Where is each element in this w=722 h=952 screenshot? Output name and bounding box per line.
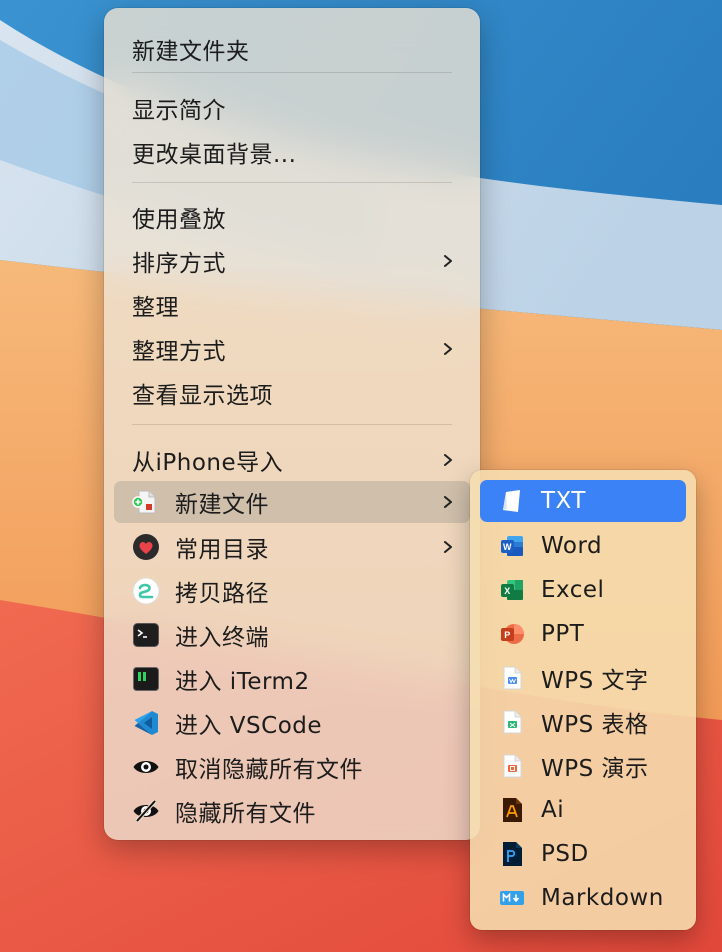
menu-item-clean-up[interactable]: 整理 <box>114 284 470 326</box>
vscode-icon <box>131 708 161 738</box>
submenu-item-label: PSD <box>541 841 589 867</box>
submenu-item-excel[interactable]: X Excel <box>480 569 686 611</box>
menu-item-copy-path[interactable]: 拷贝路径 <box>114 570 470 612</box>
submenu-item-label: WPS 文字 <box>541 668 649 694</box>
submenu-item-label: Excel <box>541 577 605 603</box>
photoshop-icon <box>498 840 526 868</box>
desktop-context-menu: 新建文件夹 显示简介 更改桌面背景... 使用叠放 排序方式 整理 整理方式 查… <box>104 8 480 840</box>
submenu-item-label: Ai <box>541 797 565 823</box>
menu-item-show-hidden-files[interactable]: 取消隐藏所有文件 <box>114 746 470 788</box>
svg-text:X: X <box>504 586 511 596</box>
menu-item-get-info[interactable]: 显示简介 <box>114 87 470 129</box>
menu-item-label: 隐藏所有文件 <box>175 801 316 827</box>
submenu-item-label: TXT <box>541 488 586 514</box>
menu-item-label: 整理 <box>132 295 179 321</box>
eye-icon <box>131 752 161 782</box>
new-file-icon <box>131 487 161 517</box>
menu-item-label: 显示简介 <box>132 98 226 124</box>
wps-presentation-icon <box>498 752 526 780</box>
submenu-item-ppt[interactable]: P PPT <box>480 613 686 655</box>
new-file-submenu: TXT W Word X Excel P PPT WPS 文字 WPS 表格 W… <box>470 470 696 930</box>
menu-item-open-terminal[interactable]: 进入终端 <box>114 614 470 656</box>
menu-item-label: 整理方式 <box>132 339 226 365</box>
menu-item-hide-all-files[interactable]: 隐藏所有文件 <box>114 790 470 832</box>
menu-item-label: 查看显示选项 <box>132 383 273 409</box>
markdown-icon <box>498 884 526 912</box>
menu-item-label: 新建文件 <box>175 492 269 518</box>
svg-text:W: W <box>503 542 512 552</box>
menu-item-label: 取消隐藏所有文件 <box>175 757 363 783</box>
iterm2-icon <box>131 664 161 694</box>
chevron-right-icon <box>444 454 452 466</box>
menu-separator <box>132 424 452 425</box>
submenu-item-wps-presentation[interactable]: WPS 演示 <box>480 745 686 787</box>
menu-item-sort-by[interactable]: 排序方式 <box>114 240 470 282</box>
submenu-item-label: Word <box>541 533 603 559</box>
menu-item-label: 使用叠放 <box>132 207 226 233</box>
menu-item-new-folder[interactable]: 新建文件夹 <box>114 28 470 70</box>
wps-spreadsheet-icon <box>498 708 526 736</box>
menu-item-label: 排序方式 <box>132 251 226 277</box>
chevron-right-icon <box>444 255 452 267</box>
menu-item-favorite-folders[interactable]: 常用目录 <box>114 526 470 568</box>
illustrator-icon <box>498 796 526 824</box>
menu-item-show-view-options[interactable]: 查看显示选项 <box>114 372 470 414</box>
menu-separator <box>132 182 452 183</box>
menu-item-label: 进入 iTerm2 <box>175 669 310 695</box>
word-icon: W <box>498 532 526 560</box>
menu-item-clean-up-by[interactable]: 整理方式 <box>114 328 470 370</box>
menu-item-new-file[interactable]: 新建文件 <box>114 481 470 523</box>
menu-item-open-vscode[interactable]: 进入 VSCode <box>114 702 470 744</box>
menu-item-use-stacks[interactable]: 使用叠放 <box>114 196 470 238</box>
submenu-item-txt[interactable]: TXT <box>480 480 686 522</box>
submenu-item-ai[interactable]: Ai <box>480 789 686 831</box>
submenu-item-psd[interactable]: PSD <box>480 833 686 875</box>
powerpoint-icon: P <box>498 620 526 648</box>
menu-item-open-iterm2[interactable]: 进入 iTerm2 <box>114 658 470 700</box>
submenu-item-label: PPT <box>541 621 585 647</box>
chevron-right-icon <box>444 343 452 355</box>
menu-item-label: 进入终端 <box>175 625 269 651</box>
menu-item-label: 进入 VSCode <box>175 713 323 739</box>
svg-text:P: P <box>504 630 511 640</box>
chevron-right-icon <box>444 496 452 508</box>
submenu-item-label: WPS 表格 <box>541 712 649 738</box>
heart-icon <box>131 532 161 562</box>
excel-icon: X <box>498 576 526 604</box>
menu-item-import-from-iphone[interactable]: 从iPhone导入 <box>114 439 470 481</box>
terminal-icon <box>131 620 161 650</box>
chevron-right-icon <box>444 541 452 553</box>
menu-item-change-wallpaper[interactable]: 更改桌面背景... <box>114 131 470 173</box>
submenu-item-markdown[interactable]: Markdown <box>480 877 686 919</box>
submenu-item-wps-spreadsheet[interactable]: WPS 表格 <box>480 701 686 743</box>
txt-file-icon <box>498 487 526 515</box>
wps-writer-icon <box>498 664 526 692</box>
eye-slash-icon <box>131 796 161 826</box>
submenu-item-wps-writer[interactable]: WPS 文字 <box>480 657 686 699</box>
menu-item-label: 拷贝路径 <box>175 581 269 607</box>
submenu-item-label: Markdown <box>541 885 664 911</box>
menu-separator <box>132 72 452 73</box>
submenu-item-label: WPS 演示 <box>541 756 649 782</box>
menu-item-label: 更改桌面背景... <box>132 142 297 168</box>
menu-item-label: 新建文件夹 <box>132 39 250 65</box>
submenu-item-word[interactable]: W Word <box>480 525 686 567</box>
menu-item-label: 从iPhone导入 <box>132 450 284 476</box>
copy-path-icon <box>131 576 161 606</box>
menu-item-label: 常用目录 <box>175 537 269 563</box>
